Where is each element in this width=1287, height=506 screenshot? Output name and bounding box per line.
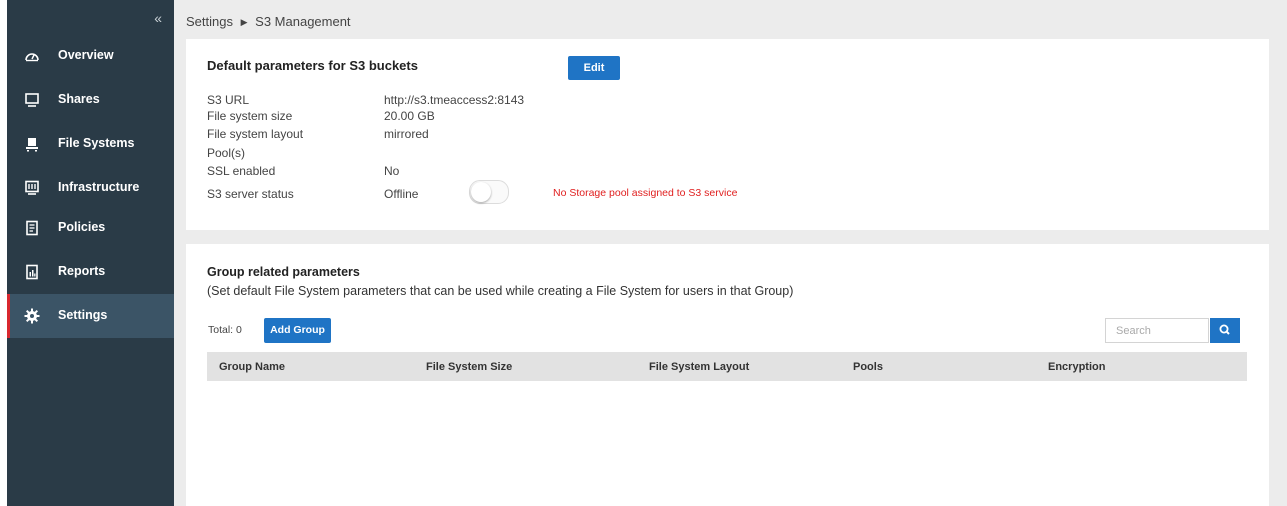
report-icon: [26, 264, 38, 280]
breadcrumb: Settings ▶ S3 Management: [186, 14, 351, 29]
sidebar-item-file-systems[interactable]: File Systems: [7, 122, 174, 166]
sidebar-item-settings[interactable]: Settings: [7, 294, 174, 338]
server-status-value: Offline: [384, 187, 419, 201]
file-systems-icon: [26, 138, 38, 152]
sidebar-item-label: File Systems: [58, 136, 135, 150]
column-header-encryption[interactable]: Encryption: [1048, 361, 1105, 373]
column-header-file-system-size[interactable]: File System Size: [426, 361, 512, 373]
search-icon: [1219, 324, 1230, 335]
sidebar-item-label: Overview: [58, 48, 114, 62]
gear-icon: [24, 308, 40, 324]
sidebar-item-policies[interactable]: Policies: [7, 206, 174, 250]
server-icon: [25, 180, 39, 195]
field-label: Pool(s): [207, 146, 246, 160]
warning-message: No Storage pool assigned to S3 service: [553, 187, 738, 199]
column-header-file-system-layout[interactable]: File System Layout: [649, 361, 749, 373]
total-count: Total: 0: [208, 324, 242, 336]
sidebar-item-label: Shares: [58, 92, 100, 106]
toggle-knob: [471, 182, 491, 202]
breadcrumb-separator-icon: ▶: [240, 17, 248, 27]
edit-button[interactable]: Edit: [568, 56, 620, 80]
window-frame: [0, 0, 7, 506]
sidebar: « Overview Shares File Systems Infrastru…: [7, 0, 174, 506]
collapse-sidebar-button[interactable]: «: [154, 10, 162, 26]
breadcrumb-parent[interactable]: Settings: [186, 14, 233, 29]
section-title: Group related parameters: [207, 265, 360, 279]
field-label: S3 server status: [207, 187, 294, 201]
sidebar-item-label: Policies: [58, 220, 106, 234]
monitor-icon: [25, 93, 39, 107]
s3-defaults-panel: Default parameters for S3 buckets Edit S…: [186, 39, 1269, 230]
document-icon: [26, 220, 38, 236]
add-group-button[interactable]: Add Group: [264, 318, 331, 343]
search-input[interactable]: [1105, 318, 1209, 343]
file-system-layout-value: mirrored: [384, 127, 429, 141]
sidebar-item-reports[interactable]: Reports: [7, 250, 174, 294]
field-label: File system layout: [207, 127, 304, 141]
sidebar-item-infrastructure[interactable]: Infrastructure: [7, 166, 174, 210]
sidebar-item-overview[interactable]: Overview: [7, 34, 174, 78]
column-header-pools[interactable]: Pools: [853, 361, 883, 373]
field-label: S3 URL: [207, 93, 250, 107]
breadcrumb-current: S3 Management: [255, 14, 351, 29]
sidebar-item-label: Reports: [58, 264, 106, 278]
ssl-enabled-value: No: [384, 164, 400, 178]
sidebar-item-label: Infrastructure: [58, 180, 140, 194]
section-subtitle: (Set default File System parameters that…: [207, 284, 794, 298]
search-button[interactable]: [1210, 318, 1240, 343]
field-label: File system size: [207, 109, 293, 123]
group-parameters-panel: Group related parameters (Set default Fi…: [186, 244, 1269, 506]
sidebar-item-label: Settings: [58, 308, 108, 322]
file-system-size-value: 20.00 GB: [384, 109, 435, 123]
dashboard-icon: [25, 53, 39, 62]
sidebar-item-shares[interactable]: Shares: [7, 78, 174, 122]
field-label: SSL enabled: [207, 164, 276, 178]
table-header: Group Name File System Size File System …: [207, 352, 1247, 381]
section-title: Default parameters for S3 buckets: [207, 58, 418, 73]
column-header-group-name[interactable]: Group Name: [219, 361, 285, 373]
s3-server-toggle[interactable]: [469, 180, 509, 204]
s3-url-value: http://s3.tmeaccess2:8143: [384, 93, 525, 107]
